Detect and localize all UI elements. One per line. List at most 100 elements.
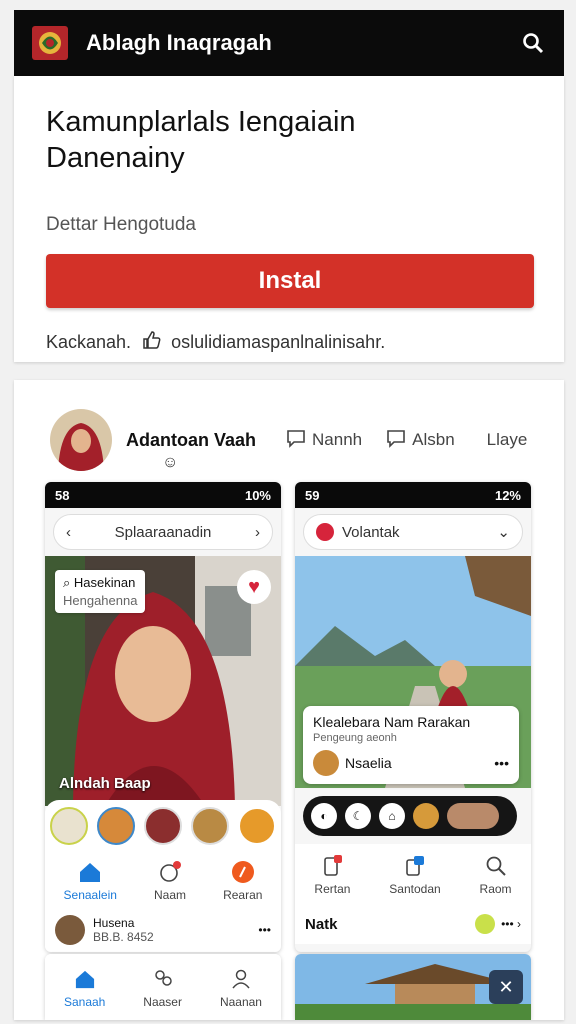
screenshot-phone-2[interactable]: 59 12% Volantak ⌄ Klealebara Nam Rarakan…	[295, 482, 531, 952]
screenshot-peek-1[interactable]: Sanaah Naaser Naanan	[45, 954, 281, 1020]
tab-home-label: Sanaah	[63, 994, 106, 1009]
smile-icon: ☺	[162, 453, 179, 471]
tab-naaser-label: Naaser	[143, 994, 182, 1009]
action-share-label: Llaye	[486, 430, 528, 449]
next-label: Natk	[305, 915, 338, 933]
tab-naaser[interactable]: Naaser	[143, 966, 182, 1009]
place-user-row: Nsaelia •••	[313, 750, 509, 776]
tab-naanan-label: Naanan	[219, 994, 262, 1009]
screenshot-phone-1[interactable]: 58 10% ‹ Splaaraanadin › ⌕ Hasekinan Hen…	[45, 482, 281, 952]
tab-naanan[interactable]: Naanan	[220, 966, 262, 1009]
dish-thumb[interactable]	[191, 807, 230, 845]
tab-food-label: Naam	[154, 887, 187, 902]
people-icon	[150, 966, 176, 992]
tab-home[interactable]: Senaalein	[64, 859, 117, 902]
document-icon	[402, 853, 428, 879]
bottom-tabbar: Rertan Santodan Raom	[295, 844, 531, 904]
meta-description: oslulidiamaspanlnalinisahr.	[171, 332, 386, 352]
action-message[interactable]: Alsbn	[386, 428, 455, 453]
tab-raom-label: Raom	[479, 881, 512, 896]
header-title: Ablagh Inaqragah	[86, 30, 272, 55]
dish-thumb[interactable]	[96, 807, 135, 845]
place-subtitle: Pengeung aeonh	[313, 732, 397, 744]
comment-icon	[286, 428, 306, 453]
tab-recent[interactable]: Rearan	[223, 859, 262, 902]
dish-thumb[interactable]	[238, 807, 277, 845]
dish-thumb[interactable]	[49, 807, 88, 845]
place-user: Nsaelia	[345, 755, 392, 771]
play-icon[interactable]: ◐	[311, 803, 337, 829]
app-header: Ablagh Inaqragah	[14, 10, 564, 76]
action-comment[interactable]: Nannh	[286, 428, 362, 453]
developer-profile-row: Adantoan Vaah ☺ Nannh Alsbn Llaye	[50, 400, 540, 480]
brand-dot-icon	[316, 523, 334, 541]
place-info-card[interactable]: Klealebara Nam Rarakan Pengeung aeonh Ns…	[303, 706, 519, 784]
tab-home[interactable]: Sanaah	[64, 966, 105, 1009]
person-chip-icon[interactable]	[447, 803, 499, 829]
developer-name[interactable]: Adantoan Vaah ☺	[126, 430, 256, 471]
app-info-card: Kamunplarlals Iengaiain Danenainy Dettar…	[14, 76, 564, 362]
heart-icon[interactable]: ♥	[237, 570, 271, 604]
tab-recent-label: Rearan	[223, 887, 263, 902]
home-outline-icon[interactable]: ⌂	[379, 803, 405, 829]
more-icon[interactable]: •••	[494, 755, 509, 771]
place-title: Klealebara Nam Rarakan	[313, 714, 471, 730]
user-name: Husena	[93, 916, 135, 930]
search-icon[interactable]	[518, 28, 548, 58]
action-chip-bar: ◐ ☾ ⌂	[303, 796, 517, 836]
action-comment-label: Nannh	[312, 430, 363, 449]
status-time: 59	[305, 487, 320, 503]
bottom-tabbar: Sanaah Naaser Naanan	[45, 954, 281, 1020]
more-icon[interactable]: ••• ›	[501, 917, 521, 931]
status-battery: 12%	[494, 487, 521, 503]
meta-label: Kackanah.	[46, 332, 132, 352]
next-row[interactable]: Natk ••• ›	[295, 904, 531, 944]
developer-avatar[interactable]	[50, 409, 112, 471]
search-overlay-chip[interactable]: ⌕ Hasekinan Hengahenna	[55, 570, 146, 613]
app-title: Kamunplarlals Iengaiain Danenainy	[46, 104, 532, 176]
app-title-line1: Kamunplarlals Iengaiain	[46, 106, 356, 138]
user-icon	[228, 966, 254, 992]
thumbs-up-icon	[141, 330, 161, 355]
close-icon[interactable]: ✕	[489, 970, 523, 1004]
chevron-right-icon[interactable]: ›	[255, 524, 260, 541]
user-row[interactable]: Husena BB.B. 8452 •••	[45, 908, 281, 952]
bottom-tabbar: Senaalein Naam Rearan	[45, 852, 281, 908]
user-avatar	[55, 915, 85, 945]
status-time: 58	[55, 487, 70, 503]
action-share[interactable]: Llaye	[487, 430, 528, 450]
search-small-icon: ⌕	[63, 575, 74, 590]
hijab-woman-photo: ⌕ Hasekinan Hengahenna ♥ Alndah Baap	[45, 556, 281, 806]
emoji-icon	[475, 914, 496, 934]
app-logo-icon	[30, 22, 70, 64]
install-button[interactable]: Instal	[46, 254, 534, 308]
nav-pill[interactable]: Volantak ⌄	[303, 514, 523, 550]
tab-rertan[interactable]: Rertan	[314, 853, 350, 896]
tab-rertan-label: Rertan	[314, 881, 351, 896]
nav-title: Splaaraanadin	[114, 523, 212, 541]
tab-food[interactable]: Naam	[154, 859, 186, 902]
chevron-left-icon[interactable]: ‹	[66, 524, 71, 541]
photo-caption: Alndah Baap	[59, 775, 151, 792]
message-icon	[386, 428, 406, 453]
chevron-down-icon[interactable]: ⌄	[497, 523, 510, 541]
tab-santodan-label: Santodan	[389, 881, 441, 896]
food-chip-icon[interactable]	[413, 803, 439, 829]
category-dish-row	[45, 800, 281, 852]
app-meta-row: Kackanah. oslulidiamaspanlnalinisahr.	[46, 330, 532, 355]
screenshot-peek-2[interactable]: ✕	[295, 954, 531, 1020]
more-icon[interactable]: •••	[258, 923, 271, 937]
phone-icon	[319, 853, 345, 879]
action-message-label: Alsbn	[412, 430, 455, 449]
nav-pill[interactable]: ‹ Splaaraanadin ›	[53, 514, 273, 550]
status-battery: 10%	[244, 487, 271, 503]
status-bar: 59 12%	[295, 482, 531, 508]
dish-thumb[interactable]	[143, 807, 182, 845]
user-avatar	[313, 750, 339, 776]
screenshots-card: Adantoan Vaah ☺ Nannh Alsbn Llaye 58 10%…	[14, 380, 564, 1020]
tab-raom[interactable]: Raom	[480, 853, 512, 896]
flame-icon	[230, 859, 256, 885]
tab-santodan[interactable]: Santodan	[389, 853, 441, 896]
moon-icon[interactable]: ☾	[345, 803, 371, 829]
food-icon	[157, 859, 183, 885]
